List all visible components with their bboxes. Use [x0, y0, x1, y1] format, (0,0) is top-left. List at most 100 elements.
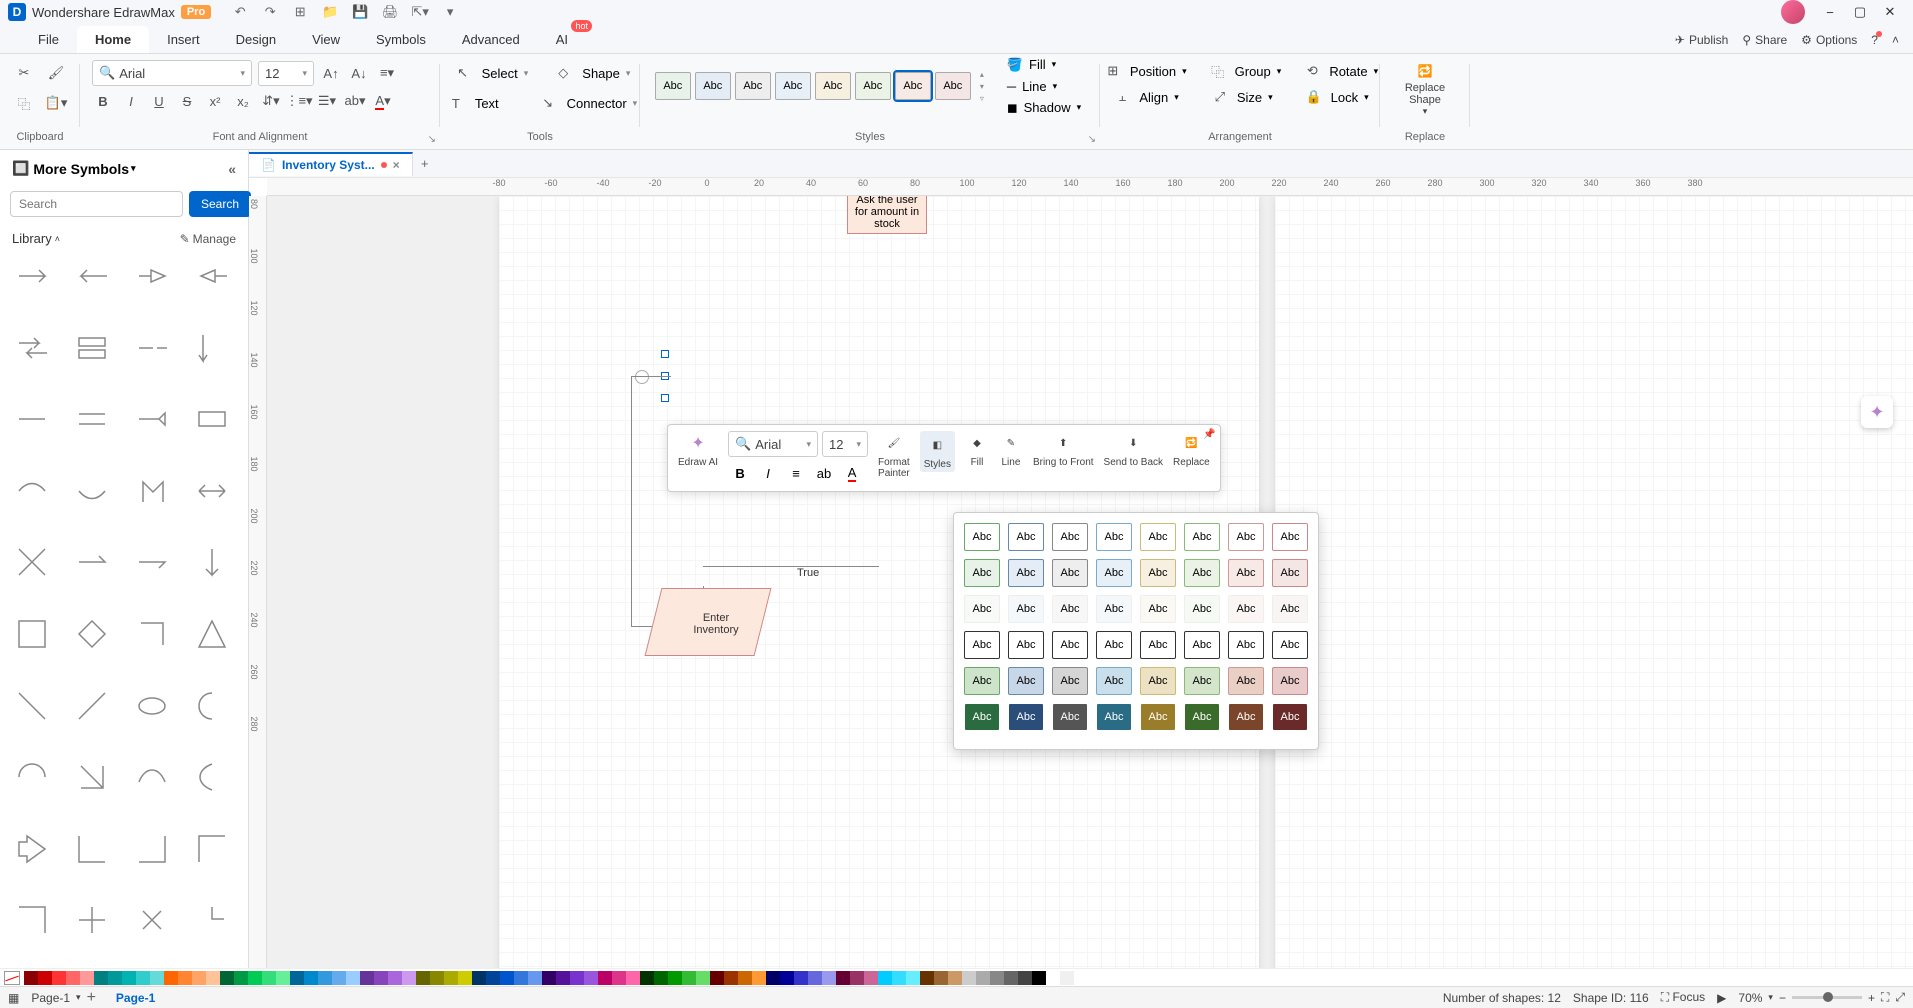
color-swatch[interactable]: [556, 971, 570, 985]
library-shape[interactable]: [68, 757, 116, 797]
color-swatch[interactable]: [542, 971, 556, 985]
menu-symbols[interactable]: Symbols: [358, 26, 444, 53]
library-shape[interactable]: [188, 471, 236, 511]
library-shape[interactable]: [8, 328, 56, 368]
cut-button[interactable]: ✂: [11, 60, 37, 86]
text-spacing-button[interactable]: ⇵▾: [260, 90, 282, 112]
menu-home[interactable]: Home: [77, 26, 149, 53]
style-popup-swatch[interactable]: Abc: [1272, 595, 1308, 623]
align-button-ribbon[interactable]: ⫠: [1111, 86, 1133, 108]
publish-button[interactable]: ✈Publish: [1675, 33, 1728, 47]
mini-bring-front[interactable]: ⬆Bring to Front: [1033, 431, 1094, 468]
color-swatch[interactable]: [262, 971, 276, 985]
close-window-button[interactable]: ✕: [1875, 0, 1905, 24]
fullscreen-button[interactable]: ⤢: [1895, 990, 1905, 1005]
library-shape[interactable]: [128, 542, 176, 582]
library-shape[interactable]: [8, 900, 56, 940]
minimize-button[interactable]: −: [1815, 0, 1845, 24]
color-swatch[interactable]: [752, 971, 766, 985]
color-swatch[interactable]: [24, 971, 38, 985]
superscript-button[interactable]: x²: [204, 90, 226, 112]
bold-button[interactable]: B: [92, 90, 114, 112]
color-swatch[interactable]: [458, 971, 472, 985]
styles-expand-icon[interactable]: ↘: [1088, 134, 1096, 145]
color-swatch[interactable]: [962, 971, 976, 985]
color-swatch[interactable]: [80, 971, 94, 985]
style-popup-swatch[interactable]: Abc: [1052, 667, 1088, 695]
style-popup-swatch[interactable]: Abc: [1008, 595, 1044, 623]
library-shape[interactable]: [188, 542, 236, 582]
library-shape[interactable]: [188, 256, 236, 296]
library-shape[interactable]: [8, 256, 56, 296]
menu-design[interactable]: Design: [218, 26, 294, 53]
color-swatch[interactable]: [528, 971, 542, 985]
manage-library-button[interactable]: ✎Manage: [180, 232, 236, 246]
color-swatch[interactable]: [94, 971, 108, 985]
library-shape[interactable]: [68, 614, 116, 654]
library-shape[interactable]: [68, 256, 116, 296]
bullets-button[interactable]: ☰▾: [316, 90, 338, 112]
help-button[interactable]: ?: [1871, 33, 1878, 47]
style-popup-swatch[interactable]: Abc: [1228, 523, 1264, 551]
color-swatch[interactable]: [822, 971, 836, 985]
share-button[interactable]: ⚲Share: [1742, 33, 1787, 47]
mini-line-button[interactable]: ✎Line: [999, 431, 1023, 468]
style-popup-swatch[interactable]: Abc: [1272, 559, 1308, 587]
qa-more-button[interactable]: ▾: [441, 3, 459, 21]
style-swatch[interactable]: Abc: [815, 72, 851, 100]
style-popup-swatch[interactable]: Abc: [1008, 559, 1044, 587]
library-shape[interactable]: [128, 256, 176, 296]
library-shape[interactable]: [68, 686, 116, 726]
library-shape[interactable]: [8, 829, 56, 869]
text-highlight-button[interactable]: ab▾: [344, 90, 366, 112]
line-spacing-button[interactable]: ⋮≡▾: [288, 90, 310, 112]
font-expand-icon[interactable]: ↘: [428, 134, 436, 145]
color-swatch[interactable]: [976, 971, 990, 985]
color-swatch[interactable]: [52, 971, 66, 985]
color-swatch[interactable]: [850, 971, 864, 985]
add-page-button[interactable]: +: [87, 989, 96, 1007]
shape-ask-user[interactable]: Ask the user for amount in stock: [847, 196, 927, 234]
library-shape[interactable]: [68, 399, 116, 439]
mini-italic-button[interactable]: I: [756, 461, 780, 485]
style-popup-swatch[interactable]: Abc: [1228, 667, 1264, 695]
color-swatch[interactable]: [864, 971, 878, 985]
library-shape[interactable]: [8, 686, 56, 726]
selection-handle[interactable]: [661, 350, 669, 358]
style-popup-swatch[interactable]: Abc: [1052, 559, 1088, 587]
color-swatch[interactable]: [108, 971, 122, 985]
mini-send-back[interactable]: ⬇Send to Back: [1104, 431, 1163, 468]
increase-font-button[interactable]: A↑: [320, 62, 342, 84]
style-popup-swatch[interactable]: Abc: [1140, 559, 1176, 587]
library-shape[interactable]: [8, 542, 56, 582]
shape-tool[interactable]: ◇: [550, 60, 576, 86]
style-popup-swatch[interactable]: Abc: [1272, 703, 1308, 731]
style-popup-swatch[interactable]: Abc: [964, 631, 1000, 659]
style-popup-swatch[interactable]: Abc: [1140, 631, 1176, 659]
style-popup-swatch[interactable]: Abc: [1052, 523, 1088, 551]
color-swatch[interactable]: [780, 971, 794, 985]
color-swatch[interactable]: [696, 971, 710, 985]
style-popup-swatch[interactable]: Abc: [1184, 595, 1220, 623]
color-swatch[interactable]: [878, 971, 892, 985]
collapse-ribbon-button[interactable]: ˄: [1892, 33, 1899, 47]
library-shape[interactable]: [8, 614, 56, 654]
color-swatch[interactable]: [654, 971, 668, 985]
color-swatch[interactable]: [164, 971, 178, 985]
library-shape[interactable]: [8, 757, 56, 797]
style-swatch[interactable]: Abc: [655, 72, 691, 100]
style-swatch[interactable]: Abc: [935, 72, 971, 100]
library-shape[interactable]: [188, 399, 236, 439]
redo-button[interactable]: ↷: [261, 3, 279, 21]
library-shape[interactable]: [188, 686, 236, 726]
collapse-sidebar-button[interactable]: «: [228, 161, 236, 177]
color-swatch[interactable]: [220, 971, 234, 985]
color-swatch[interactable]: [318, 971, 332, 985]
align-dropdown[interactable]: ≡▾: [376, 62, 398, 84]
styles-scroll-up[interactable]: ▴: [977, 69, 987, 80]
library-shape[interactable]: [128, 614, 176, 654]
color-swatch[interactable]: [668, 971, 682, 985]
color-swatch[interactable]: [1018, 971, 1032, 985]
menu-ai[interactable]: AIhot: [538, 26, 586, 53]
color-swatch[interactable]: [598, 971, 612, 985]
